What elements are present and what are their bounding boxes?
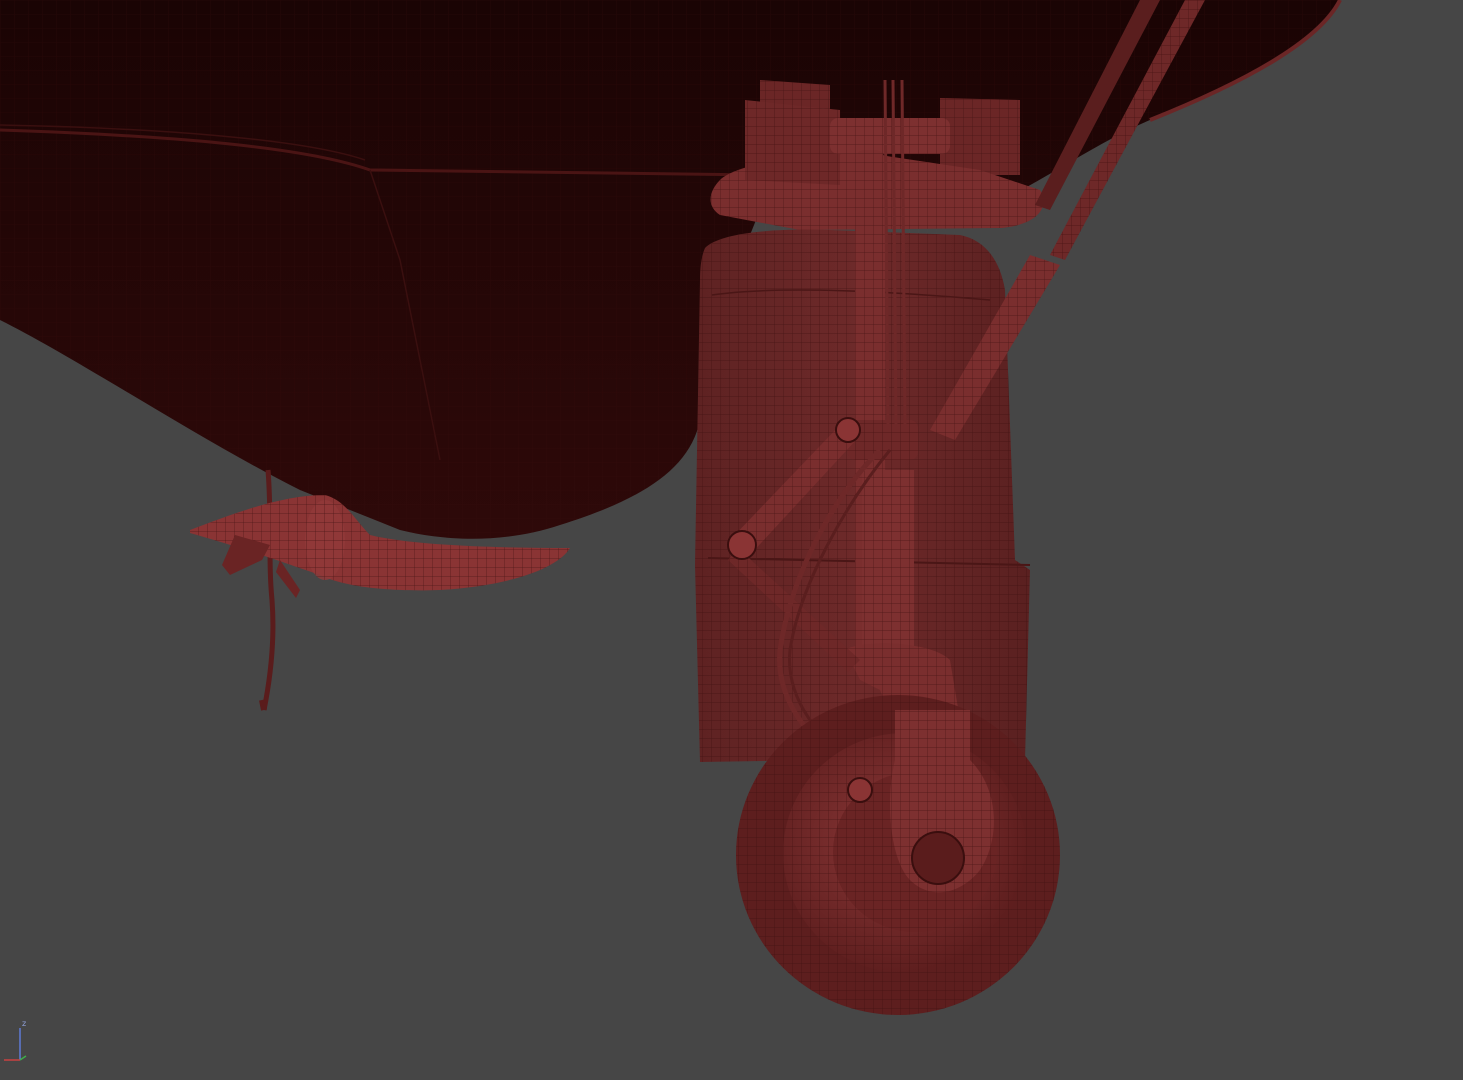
main-wheel[interactable] — [736, 695, 1060, 1015]
axis-gizmo: z — [0, 1018, 40, 1068]
wireframe-scene[interactable] — [0, 0, 1463, 1080]
axis-gizmo-lines — [4, 1028, 27, 1061]
y-axis-line — [19, 1055, 27, 1061]
fuselage-underside[interactable] — [0, 0, 1342, 539]
3d-viewport[interactable]: z — [0, 0, 1463, 1080]
z-axis-label: z — [22, 1019, 27, 1028]
